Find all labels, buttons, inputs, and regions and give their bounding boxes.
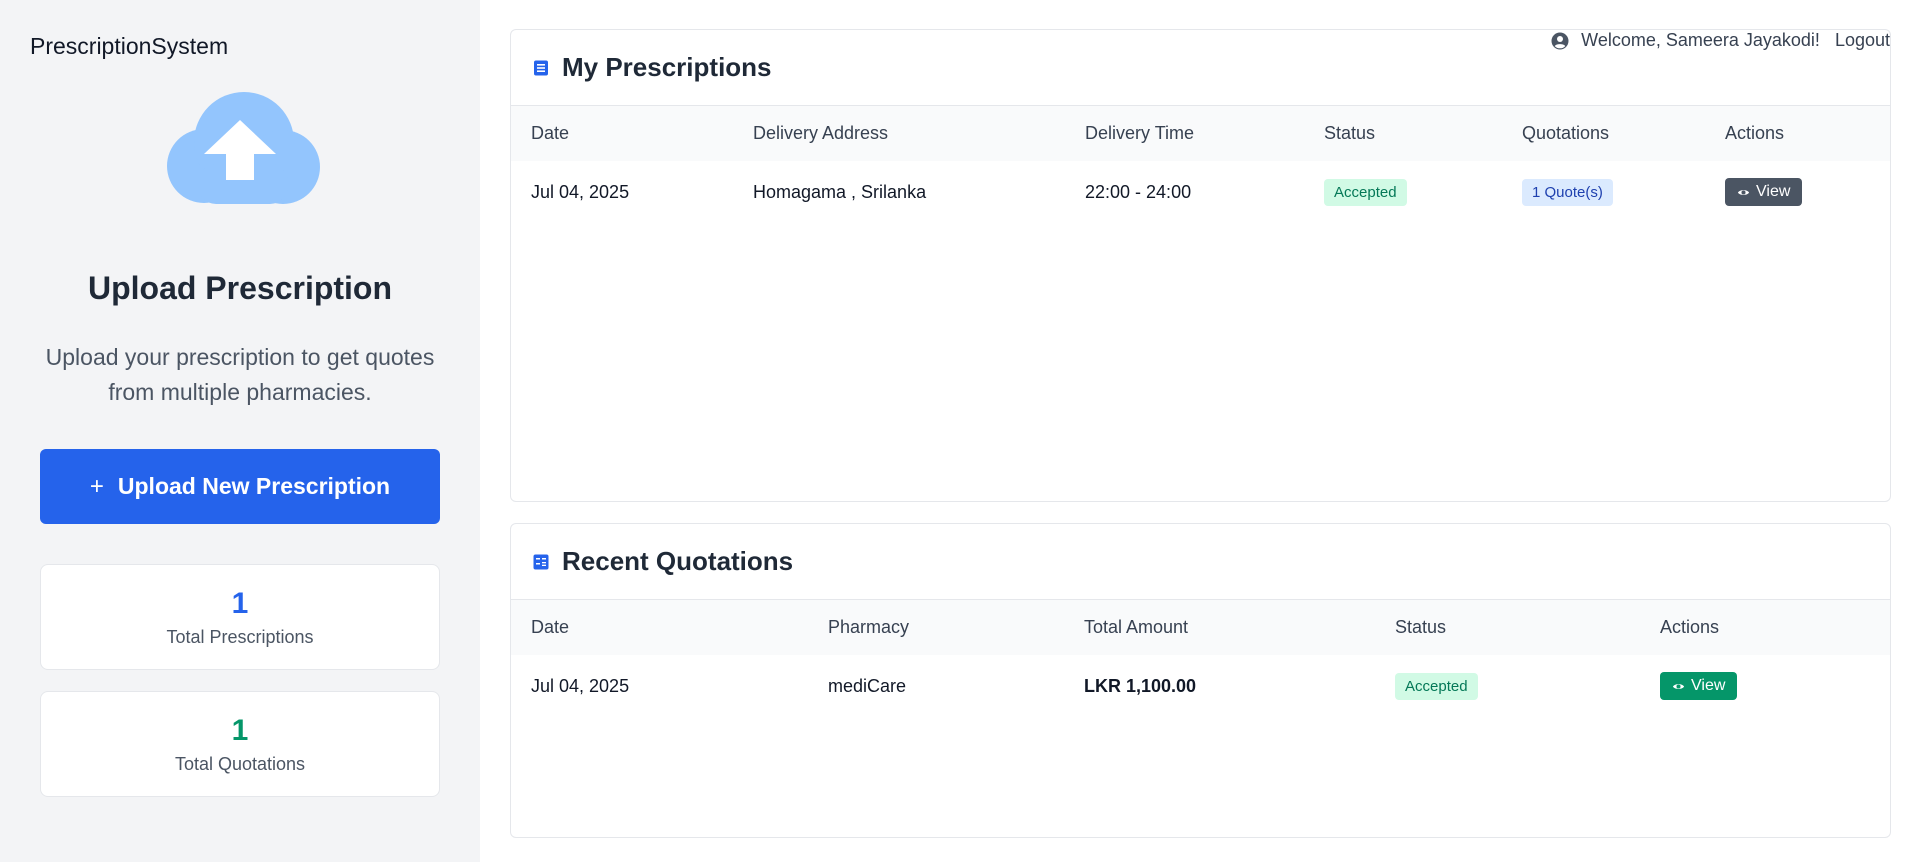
- recent-quotations-panel: Recent Quotations Date Pharmacy Total Am…: [510, 523, 1891, 838]
- total-prescriptions-count: 1: [231, 587, 249, 620]
- view-button-label: View: [1756, 183, 1791, 200]
- column-header: Pharmacy: [828, 617, 910, 637]
- total-quotations-card: 1 Total Quotations: [40, 691, 440, 797]
- calculator-icon: [533, 554, 549, 569]
- upload-description: Upload your prescription to get quotes f…: [45, 344, 435, 405]
- view-prescription-button[interactable]: View: [1725, 178, 1803, 206]
- column-header: Total Amount: [1084, 617, 1189, 637]
- my-prescriptions-panel: My Prescriptions Date Delivery Address D…: [510, 29, 1891, 502]
- status-badge: Accepted: [1395, 672, 1478, 700]
- column-header: Delivery Address: [753, 123, 889, 143]
- quotes-count-badge: 1 Quote(s): [1522, 178, 1613, 206]
- column-header: Actions: [1725, 123, 1785, 143]
- user-circle-icon: [1551, 32, 1569, 49]
- prescriptions-table: Date Delivery Address Delivery Time Stat…: [511, 106, 1890, 223]
- prescription-address: Homagama , Srilanka: [753, 181, 927, 202]
- logout-link[interactable]: Logout: [1835, 30, 1890, 51]
- table-header-row: Date Delivery Address Delivery Time Stat…: [511, 106, 1890, 161]
- brand-logo[interactable]: PrescriptionSystem: [30, 33, 228, 60]
- upload-title: Upload Prescription: [87, 270, 393, 306]
- column-header: Quotations: [1522, 123, 1610, 143]
- view-button-label: View: [1691, 677, 1726, 694]
- quotation-total-amount: LKR 1,100.00: [1084, 675, 1197, 696]
- plus-icon: +: [89, 472, 104, 500]
- sidebar: PrescriptionSystem Upload Prescription U…: [0, 0, 480, 862]
- column-header: Date: [531, 123, 570, 143]
- upload-button-label: Upload New Prescription: [117, 473, 391, 499]
- column-header: Status: [1395, 617, 1447, 637]
- table-row: Jul 04, 2025 Homagama , Srilanka 22:00 -…: [511, 161, 1890, 223]
- quotation-pharmacy: mediCare: [828, 675, 907, 696]
- column-header: Date: [531, 617, 570, 637]
- eye-icon: [1737, 189, 1750, 195]
- prescription-delivery-time: 22:00 - 24:00: [1085, 181, 1192, 202]
- status-cell: Accepted: [1304, 161, 1502, 223]
- welcome-text: Welcome, Sameera Jayakodi!: [1581, 30, 1820, 50]
- quotation-date: Jul 04, 2025: [531, 675, 630, 696]
- actions-cell: View: [1705, 161, 1890, 223]
- upload-new-prescription-button[interactable]: + Upload New Prescription: [40, 449, 440, 524]
- actions-cell: View: [1640, 655, 1890, 717]
- table-row: Jul 04, 2025 mediCare LKR 1,100.00 Accep…: [511, 655, 1890, 717]
- total-quotations-count: 1: [231, 714, 249, 747]
- quotations-cell: 1 Quote(s): [1502, 161, 1705, 223]
- prescription-date: Jul 04, 2025: [531, 181, 630, 202]
- quotations-table: Date Pharmacy Total Amount Status Action…: [511, 600, 1890, 717]
- total-quotations-label: Total Quotations: [174, 754, 306, 774]
- status-badge: Accepted: [1324, 178, 1407, 206]
- recent-quotations-title: Recent Quotations: [562, 546, 794, 576]
- my-prescriptions-title: My Prescriptions: [562, 52, 772, 82]
- table-header-row: Date Pharmacy Total Amount Status Action…: [511, 600, 1890, 655]
- total-prescriptions-card: 1 Total Prescriptions: [40, 564, 440, 670]
- column-header: Delivery Time: [1085, 123, 1195, 143]
- eye-icon: [1672, 683, 1685, 689]
- status-cell: Accepted: [1375, 655, 1640, 717]
- document-list-icon: [534, 60, 548, 75]
- recent-quotations-header: Recent Quotations: [511, 524, 1890, 600]
- column-header: Actions: [1660, 617, 1720, 637]
- cloud-upload-icon: [167, 92, 320, 204]
- total-prescriptions-label: Total Prescriptions: [166, 627, 314, 647]
- column-header: Status: [1324, 123, 1376, 143]
- view-quotation-button[interactable]: View: [1660, 672, 1738, 700]
- user-bar: Welcome, Sameera Jayakodi! Logout: [1551, 30, 1890, 51]
